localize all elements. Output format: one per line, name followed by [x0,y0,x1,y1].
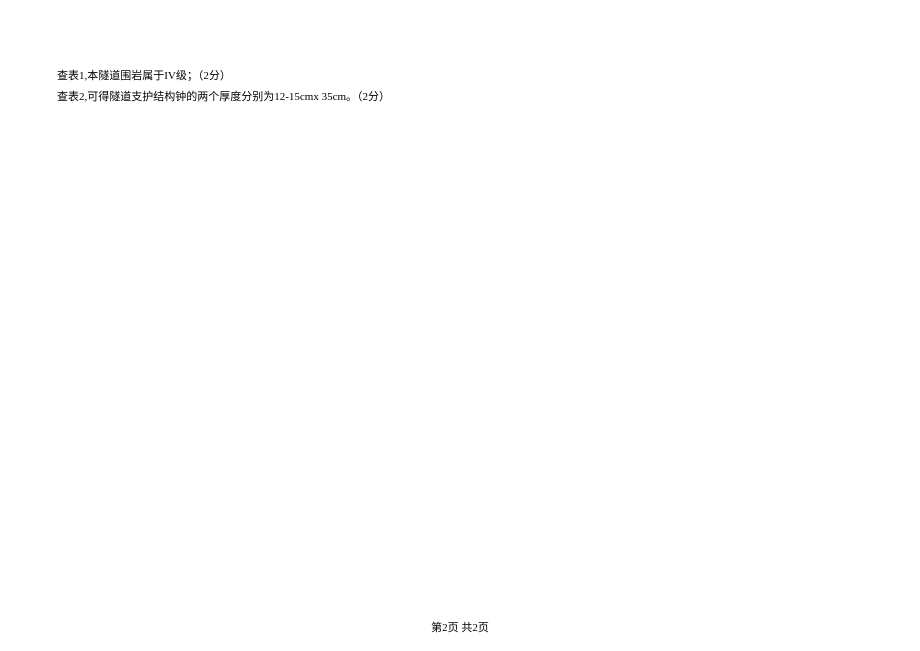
content-line-1: 查表1,本隧道围岩属于IV级；（2分） [57,66,863,87]
pagination-text: 第2页 共2页 [431,622,489,634]
document-content: 查表1,本隧道围岩属于IV级；（2分） 查表2,可得隧道支护结构钟的两个厚度分别… [57,66,863,108]
page-footer: 第2页 共2页 [0,619,920,635]
content-line-2: 查表2,可得隧道支护结构钟的两个厚度分别为12-15cmx 35cm。（2分） [57,87,863,108]
